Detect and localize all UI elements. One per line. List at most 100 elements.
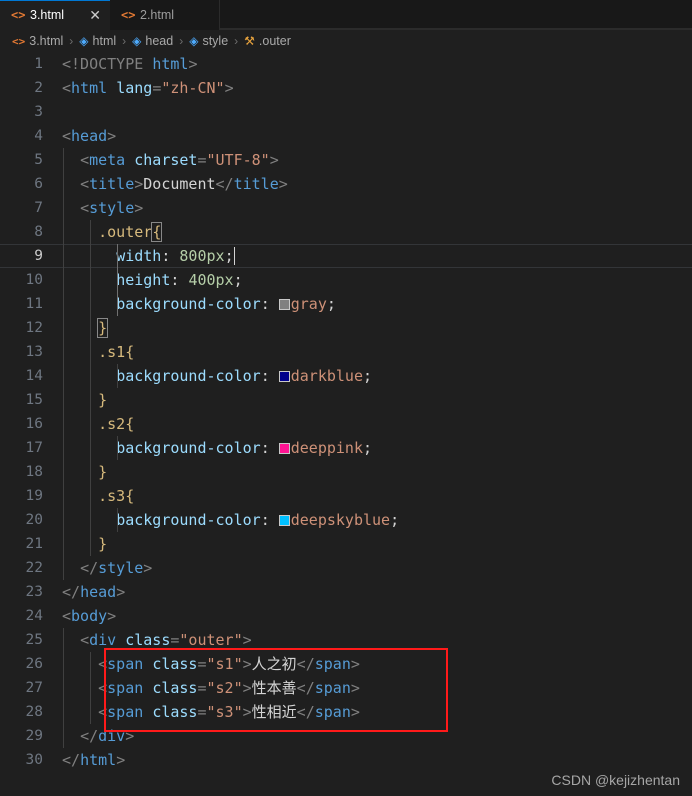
- token-gt: >: [188, 55, 198, 73]
- line-number: 21: [25, 536, 43, 552]
- line-number: 22: [25, 560, 43, 576]
- line-number: 29: [25, 728, 43, 744]
- breadcrumb: <> 3.html › ◈ html › ◈ head › ◈ style › …: [0, 30, 692, 52]
- line-content: </head>: [62, 583, 126, 601]
- line-content: }: [62, 532, 692, 556]
- cube-icon: ◈: [189, 34, 199, 48]
- line-content: background-color: deeppink;: [62, 436, 692, 460]
- code-line[interactable]: 7 <style>: [0, 196, 692, 220]
- line-number: 28: [25, 704, 43, 720]
- css-property: background-color: [116, 511, 261, 529]
- close-icon[interactable]: ✕: [77, 8, 101, 22]
- brace-close: }: [97, 318, 109, 338]
- breadcrumb-item-head[interactable]: ◈ head: [132, 34, 173, 48]
- breadcrumb-item-html[interactable]: ◈ html: [79, 34, 116, 48]
- code-line[interactable]: 26 <span class="s1">人之初</span>: [0, 652, 692, 676]
- line-content: <html lang="zh-CN">: [62, 79, 234, 97]
- code-editor[interactable]: 1 <!DOCTYPE html> 2 <html lang="zh-CN"> …: [0, 52, 692, 796]
- tab-2-html[interactable]: <> 2.html: [110, 0, 220, 30]
- code-line[interactable]: 17 background-color: deeppink;: [0, 436, 692, 460]
- css-value: 800px: [179, 247, 225, 265]
- code-line[interactable]: 25 <div class="outer">: [0, 628, 692, 652]
- code-line[interactable]: 11 background-color: gray;: [0, 292, 692, 316]
- cube-icon: ◈: [132, 34, 142, 48]
- code-line[interactable]: 15 }: [0, 388, 692, 412]
- line-number: 3: [34, 104, 43, 120]
- brace-close: }: [98, 391, 108, 409]
- line-content: </style>: [62, 556, 692, 580]
- breadcrumb-separator: ›: [234, 34, 239, 48]
- code-line[interactable]: 10 height: 400px;: [0, 268, 692, 292]
- code-line[interactable]: 2 <html lang="zh-CN">: [0, 76, 692, 100]
- code-line[interactable]: 18 }: [0, 460, 692, 484]
- brace-close: }: [98, 463, 108, 481]
- line-number: 1: [34, 56, 43, 72]
- code-line[interactable]: 14 background-color: darkblue;: [0, 364, 692, 388]
- breadcrumb-label: head: [145, 34, 174, 48]
- line-content: background-color: deepskyblue;: [62, 508, 692, 532]
- tab-label: 2.html: [140, 8, 175, 22]
- token-doctype: <!DOCTYPE: [62, 55, 144, 73]
- code-line[interactable]: 20 background-color: deepskyblue;: [0, 508, 692, 532]
- line-content: <span class="s3">性相近</span>: [62, 700, 692, 724]
- tab-3-html[interactable]: <> 3.html ✕: [0, 0, 110, 30]
- code-line[interactable]: 29 </div>: [0, 724, 692, 748]
- tab-bar-filler: [220, 0, 692, 29]
- css-selector: .s2: [98, 415, 126, 433]
- code-line[interactable]: 23 </head>: [0, 580, 692, 604]
- code-line-active[interactable]: 9 width: 800px;: [0, 244, 692, 268]
- code-line[interactable]: 8 .outer{: [0, 220, 692, 244]
- line-number: 12: [25, 320, 43, 336]
- code-line[interactable]: 28 <span class="s3">性相近</span>: [0, 700, 692, 724]
- editor-tab-bar: <> 3.html ✕ <> 2.html: [0, 0, 692, 30]
- line-content: </html>: [62, 751, 126, 769]
- breadcrumb-item-outer[interactable]: ⚒ .outer: [244, 34, 291, 48]
- text-cursor: [233, 247, 236, 265]
- breadcrumb-label: .outer: [258, 34, 291, 48]
- line-number: 8: [34, 224, 43, 240]
- line-content: <style>: [62, 196, 692, 220]
- code-line[interactable]: 27 <span class="s2">性本善</span>: [0, 676, 692, 700]
- code-line[interactable]: 12 }: [0, 316, 692, 340]
- breadcrumb-label: html: [92, 34, 117, 48]
- code-line[interactable]: 6 <title>Document</title>: [0, 172, 692, 196]
- code-line[interactable]: 21 }: [0, 532, 692, 556]
- color-swatch-deeppink[interactable]: [278, 443, 290, 454]
- code-line[interactable]: 19 .s3{: [0, 484, 692, 508]
- css-property: background-color: [116, 439, 261, 457]
- cube-icon: ◈: [79, 34, 89, 48]
- color-swatch-darkblue[interactable]: [278, 371, 290, 382]
- watermark: CSDN @kejizhentan: [551, 772, 680, 788]
- line-number: 18: [25, 464, 43, 480]
- code-line[interactable]: 13 .s1{: [0, 340, 692, 364]
- code-line[interactable]: 16 .s2{: [0, 412, 692, 436]
- code-line[interactable]: 1 <!DOCTYPE html>: [0, 52, 692, 76]
- line-content: <title>Document</title>: [62, 172, 692, 196]
- line-content: }: [62, 316, 692, 340]
- html-file-icon: <>: [11, 7, 26, 22]
- line-content: <span class="s1">人之初</span>: [62, 652, 692, 676]
- line-content: <div class="outer">: [62, 628, 692, 652]
- line-number: 9: [34, 248, 43, 264]
- line-content: <span class="s2">性本善</span>: [62, 676, 692, 700]
- code-line[interactable]: 5 <meta charset="UTF-8">: [0, 148, 692, 172]
- tab-label: 3.html: [30, 8, 65, 22]
- css-selector: .outer: [98, 223, 153, 241]
- code-line[interactable]: 30 </html>: [0, 748, 692, 772]
- breadcrumb-item-style[interactable]: ◈ style: [189, 34, 228, 48]
- line-number: 7: [34, 200, 43, 216]
- css-selector: .s1: [98, 343, 126, 361]
- code-line[interactable]: 3: [0, 100, 692, 124]
- breadcrumb-item-file[interactable]: <> 3.html: [12, 34, 63, 48]
- css-value: darkblue: [290, 367, 363, 385]
- color-swatch-deepskyblue[interactable]: [278, 515, 290, 526]
- code-line[interactable]: 4 <head>: [0, 124, 692, 148]
- line-number: 23: [25, 584, 43, 600]
- code-line[interactable]: 22 </style>: [0, 556, 692, 580]
- line-number: 27: [25, 680, 43, 696]
- code-line[interactable]: 24 <body>: [0, 604, 692, 628]
- line-content: .s1{: [62, 340, 692, 364]
- token-doctype-name: html: [152, 55, 189, 73]
- span-text-cn: 性相近: [251, 703, 297, 721]
- color-swatch-gray[interactable]: [278, 299, 290, 310]
